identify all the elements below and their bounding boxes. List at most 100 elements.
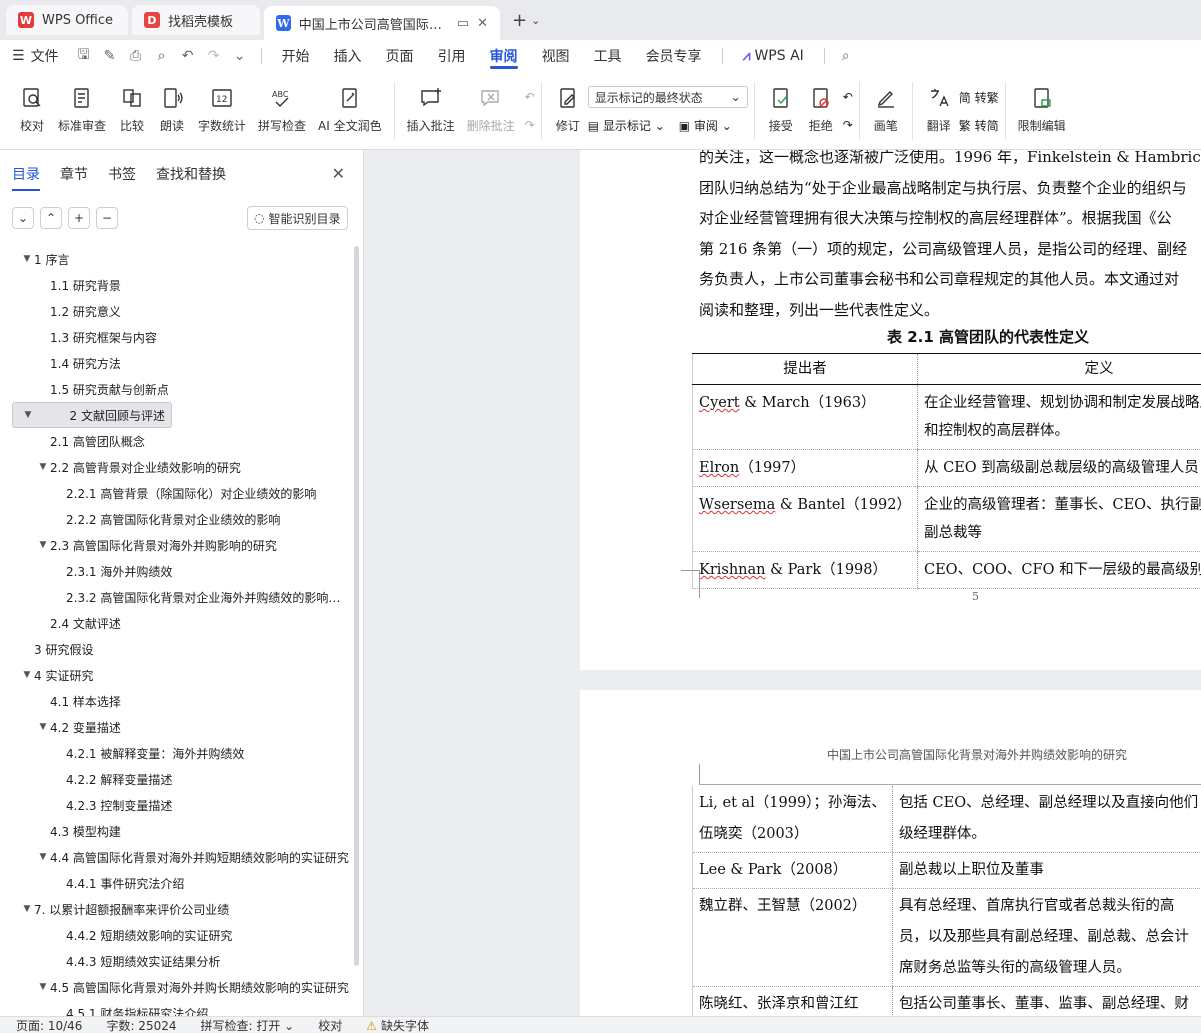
toc-item[interactable]: 1.2 研究意义 [12,298,352,324]
toc-item[interactable]: ▼ 4.2 变量描述 [12,714,352,740]
panel-scrollbar[interactable] [354,246,359,966]
toc-item[interactable]: ▼ 7. 以累计超额报酬率来评价公司业绩 [12,896,352,922]
expand-triangle-icon[interactable]: ▼ [20,254,34,264]
toc-item[interactable]: 4.4.1 事件研究法介绍 [12,870,352,896]
expand-triangle-icon[interactable]: ▼ [20,670,34,680]
expand-triangle-icon[interactable]: ▼ [21,410,35,420]
next-change-icon[interactable]: ↷ [843,114,853,136]
toc-item[interactable]: 3 研究假设 [12,636,352,662]
toc-item[interactable]: ▼ 4 实证研究 [12,662,352,688]
toc-item[interactable]: 2.3.2 高管国际化背景对企业海外并购绩效的影响研究 [12,584,352,610]
save-icon[interactable]: 🖫 [71,44,97,68]
revise-button[interactable]: 修订 [548,76,588,134]
toc-item[interactable]: 4.2.3 控制变量描述 [12,792,352,818]
screen-icon[interactable]: ▭ [457,16,469,31]
toc-item[interactable]: ▼ 4.4 高管国际化背景对海外并购短期绩效影响的实证研究 [12,844,352,870]
reject-button[interactable]: 拒绝 [801,76,841,134]
read-aloud-button[interactable]: 朗读 [152,76,192,134]
panel-tab-bookmarks[interactable]: 书签 [108,164,136,184]
toc-item[interactable]: ▼ 2 文献回顾与评述 [12,402,172,428]
toc-item[interactable]: ▼ 2.3 高管国际化背景对海外并购影响的研究 [12,532,352,558]
pen-button[interactable]: 画笔 [866,76,906,134]
translate-button[interactable]: 翻译 [919,76,959,134]
toc-item[interactable]: 2.1 高管团队概念 [12,428,352,454]
menu-start[interactable]: 开始 [270,40,322,72]
menu-insert[interactable]: 插入 [322,40,374,72]
expand-triangle-icon[interactable]: ▼ [36,982,50,992]
toc-item[interactable]: 2.4 文献评述 [12,610,352,636]
toc-item[interactable]: 2.3.1 海外并购绩效 [12,558,352,584]
compare-button[interactable]: 比较 [112,76,152,134]
toc-item[interactable]: 1.4 研究方法 [12,350,352,376]
print-preview-icon[interactable]: ⌕ [149,48,175,64]
panel-tab-find-replace[interactable]: 查找和替换 [156,164,226,184]
toc-item[interactable]: 4.1 样本选择 [12,688,352,714]
missing-font-indicator[interactable]: ⚠ 缺失字体 [366,1017,429,1033]
add-heading-icon[interactable]: + [68,207,90,229]
menu-tools[interactable]: 工具 [582,40,634,72]
expand-triangle-icon[interactable]: ▼ [36,852,50,862]
ai-polish-button[interactable]: AI 全文润色 [312,76,388,134]
expand-triangle-icon[interactable]: ▼ [20,904,34,914]
tab-template[interactable]: D 找稻壳模板 [132,5,260,35]
panel-tab-toc[interactable]: 目录 [12,164,40,191]
format-painter-icon[interactable]: ✎ [97,48,123,64]
expand-triangle-icon[interactable]: ▼ [36,722,50,732]
word-count-indicator[interactable]: 字数: 25024 [106,1017,176,1033]
print-icon[interactable]: ⎙ [123,48,149,64]
more-chevron-icon[interactable]: ⌄ [227,48,253,64]
toc-item[interactable]: 2.2.2 高管国际化背景对企业绩效的影响 [12,506,352,532]
to-simplified-button[interactable]: 繁 转简 [959,114,999,136]
spell-check-status[interactable]: 拼写检查: 打开 ⌄ [201,1017,295,1033]
undo-icon[interactable]: ↶ [175,48,201,64]
next-comment-icon[interactable]: ↷ [525,114,535,136]
chevron-down-icon[interactable]: ⌄ [531,14,540,27]
menu-reference[interactable]: 引用 [426,40,478,72]
toc-item[interactable]: 4.2.1 被解释变量：海外并购绩效 [12,740,352,766]
toc-item[interactable]: 1.3 研究框架与内容 [12,324,352,350]
remove-heading-icon[interactable]: − [96,207,118,229]
word-count-button[interactable]: 12 字数统计 [192,76,252,134]
toc-item[interactable]: ▼ 1 序言 [12,246,352,272]
expand-triangle-icon[interactable]: ▼ [36,540,50,550]
menu-page[interactable]: 页面 [374,40,426,72]
file-menu[interactable]: ☰ 文件 [0,40,71,72]
smart-toc-button[interactable]: ◌ 智能识别目录 [247,206,348,230]
tab-document[interactable]: W 中国上市公司高管国际化背景对海外并购绩效影响的研究 ▭ ✕ [264,6,500,40]
panel-tab-chapters[interactable]: 章节 [60,164,88,184]
menu-wps-ai[interactable]: ⩘ WPS AI [731,40,816,72]
page-indicator[interactable]: 页面: 10/46 [16,1017,82,1033]
markup-display-select[interactable]: 显示标记的最终状态 ⌄ [587,86,748,108]
toc-item[interactable]: 4.4.2 短期绩效影响的实证研究 [12,922,352,948]
collapse-down-icon[interactable]: ⌄ [12,207,34,229]
restrict-edit-button[interactable]: 限制编辑 [1012,76,1072,134]
toc-item[interactable]: 4.4.3 短期绩效实证结果分析 [12,948,352,974]
toc-item[interactable]: ▼ 2.2 高管背景对企业绩效影响的研究 [12,454,352,480]
close-panel-icon[interactable]: ✕ [332,164,345,183]
review-pane-button[interactable]: ▣ 审阅 ⌄ [679,117,732,134]
toc-item[interactable]: 1.1 研究背景 [12,272,352,298]
expand-triangle-icon[interactable]: ▼ [36,462,50,472]
redo-icon[interactable]: ↷ [201,48,227,64]
close-tab-icon[interactable]: ✕ [477,16,488,31]
toc-item[interactable]: 4.3 模型构建 [12,818,352,844]
delete-comment-button[interactable]: 删除批注 [461,76,521,134]
toc-item[interactable]: 1.5 研究贡献与创新点 [12,376,352,402]
standard-review-button[interactable]: 标准审查 [52,76,112,134]
tab-wps-office[interactable]: W WPS Office [6,5,128,35]
insert-comment-button[interactable]: 插入批注 [401,76,461,134]
toc-item[interactable]: ▼ 4.5 高管国际化背景对海外并购长期绩效影响的实证研究 [12,974,352,1000]
prev-change-icon[interactable]: ↶ [843,86,853,108]
proofread-button[interactable]: 校对 [12,76,52,134]
accept-button[interactable]: 接受 [761,76,801,134]
proofread-status[interactable]: 校对 [318,1017,342,1033]
to-traditional-button[interactable]: 简 转繁 [959,86,999,108]
toc-item[interactable]: 4.2.2 解释变量描述 [12,766,352,792]
search-icon[interactable]: ⌕ [833,48,859,64]
new-tab-icon[interactable]: + [512,10,527,31]
prev-comment-icon[interactable]: ↶ [525,86,535,108]
menu-view[interactable]: 视图 [530,40,582,72]
toc-item[interactable]: 2.2.1 高管背景（除国际化）对企业绩效的影响 [12,480,352,506]
menu-review[interactable]: 审阅 [478,40,530,72]
menu-member[interactable]: 会员专享 [634,40,714,72]
